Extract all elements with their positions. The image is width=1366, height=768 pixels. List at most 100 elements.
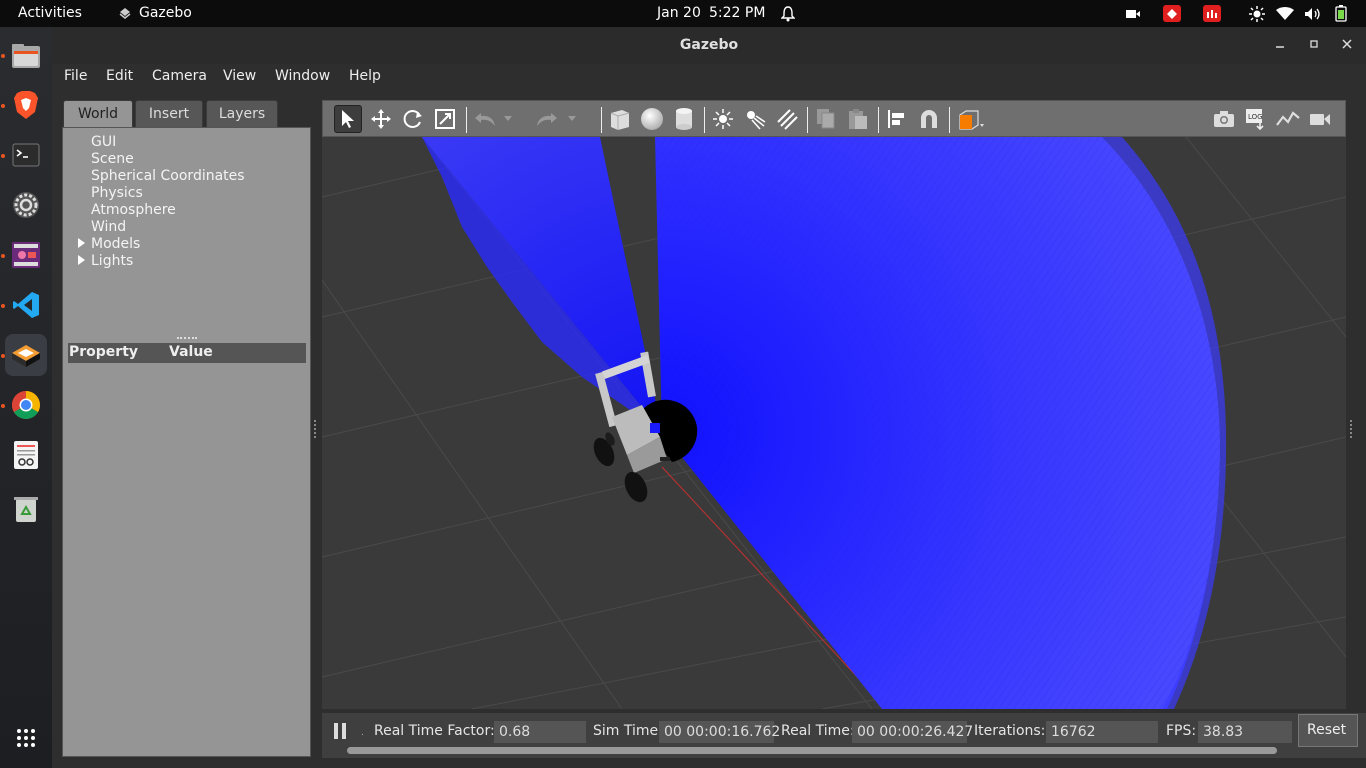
menu-camera[interactable]: Camera xyxy=(152,68,207,84)
menu-bar: File Edit Camera View Window Help xyxy=(52,64,1366,90)
right-panel-resize-handle[interactable] xyxy=(1350,420,1353,438)
sim-time-value: 00 00:00:16.762 xyxy=(659,721,780,743)
translate-mode-icon[interactable] xyxy=(367,105,395,133)
screenshot-camera-icon[interactable] xyxy=(1210,105,1238,133)
tree-item-atmosphere[interactable]: Atmosphere xyxy=(91,202,176,218)
iterations-value: 16762 xyxy=(1046,721,1158,743)
gazebo-dock-icon[interactable] xyxy=(5,334,47,376)
box-shape-icon[interactable] xyxy=(606,105,634,133)
spot-light-icon[interactable] xyxy=(741,105,769,133)
gazebo-app-icon xyxy=(118,0,134,27)
cylinder-shape-icon[interactable] xyxy=(670,105,698,133)
screen-record-icon[interactable] xyxy=(1124,5,1142,22)
real-time-factor-value: 0.68 xyxy=(494,721,586,743)
volume-icon[interactable] xyxy=(1304,5,1322,22)
settings-app-icon[interactable] xyxy=(5,184,47,226)
document-viewer-app-icon[interactable] xyxy=(5,434,47,476)
real-time-value: 00 00:00:26.427 xyxy=(852,721,973,743)
tree-item-scene[interactable]: Scene xyxy=(91,151,134,167)
directional-light-icon[interactable] xyxy=(773,105,801,133)
redo-dropdown-icon[interactable] xyxy=(565,105,579,133)
brave-browser-icon[interactable] xyxy=(5,84,47,126)
scene-toolbar: LOG xyxy=(322,100,1346,137)
select-mode-arrow-icon[interactable] xyxy=(334,105,362,133)
copy-icon[interactable] xyxy=(812,105,840,133)
close-icon[interactable] xyxy=(1339,37,1355,53)
vscode-app-icon[interactable] xyxy=(5,284,47,326)
chrome-app-icon[interactable] xyxy=(5,384,47,426)
iterations-label: Iterations: xyxy=(974,723,1046,739)
step-dot: . xyxy=(361,728,364,738)
ubuntu-dock xyxy=(0,27,52,768)
clock-date[interactable]: Jan 20 xyxy=(657,0,701,27)
snap-magnet-icon[interactable] xyxy=(915,105,943,133)
tab-layers[interactable]: Layers xyxy=(206,100,278,127)
scale-mode-icon[interactable] xyxy=(431,105,459,133)
undo-dropdown-icon[interactable] xyxy=(501,105,515,133)
activities-button[interactable]: Activities xyxy=(18,0,82,27)
redo-icon[interactable] xyxy=(533,105,561,133)
video-record-icon[interactable] xyxy=(1306,105,1334,133)
point-light-icon[interactable] xyxy=(709,105,737,133)
files-app-icon[interactable] xyxy=(5,35,47,77)
undo-icon[interactable] xyxy=(471,105,499,133)
menu-window[interactable]: Window xyxy=(275,68,330,84)
scene-render xyxy=(322,137,1346,709)
menu-edit[interactable]: Edit xyxy=(106,68,133,84)
window-title: Gazebo xyxy=(679,37,739,53)
property-column-header: Property xyxy=(69,344,139,360)
tab-insert[interactable]: Insert xyxy=(135,100,203,127)
value-column-header: Value xyxy=(169,344,213,360)
tab-world[interactable]: World xyxy=(63,100,133,127)
maximize-icon[interactable] xyxy=(1306,37,1322,53)
system-monitor-tray-icon[interactable] xyxy=(1203,5,1221,22)
fps-label: FPS: xyxy=(1166,723,1197,739)
change-view-angle-icon[interactable] xyxy=(954,105,988,133)
real-time-label: Real Time: xyxy=(781,723,855,739)
pause-icon[interactable] xyxy=(333,722,347,740)
tree-item-gui[interactable]: GUI xyxy=(91,134,116,150)
system-top-bar: Activities Gazebo Jan 20 5:22 PM xyxy=(0,0,1366,27)
show-apps-grid-icon[interactable] xyxy=(5,717,47,759)
world-panel: GUI Scene Spherical Coordinates Physics … xyxy=(62,127,311,757)
fps-value: 38.83 xyxy=(1198,721,1292,743)
reset-time-button[interactable]: Reset xyxy=(1298,714,1358,747)
sphere-shape-icon[interactable] xyxy=(638,105,666,133)
real-time-factor-label: Real Time Factor: xyxy=(374,723,495,739)
battery-icon[interactable] xyxy=(1332,5,1350,22)
sim-time-label: Sim Time: xyxy=(593,723,663,739)
anydesk-tray-icon[interactable] xyxy=(1163,5,1181,22)
clock-time[interactable]: 5:22 PM xyxy=(709,0,765,27)
expand-arrow-icon[interactable] xyxy=(78,238,85,248)
app-menu-label[interactable]: Gazebo xyxy=(139,0,192,27)
paste-icon[interactable] xyxy=(844,105,872,133)
tree-item-spherical-coordinates[interactable]: Spherical Coordinates xyxy=(91,168,245,184)
status-scrollbar[interactable] xyxy=(347,747,1277,754)
notification-bell-icon[interactable] xyxy=(779,5,797,22)
expand-arrow-icon[interactable] xyxy=(78,255,85,265)
brightness-icon[interactable] xyxy=(1248,5,1266,22)
video-editor-app-icon[interactable] xyxy=(5,234,47,276)
menu-view[interactable]: View xyxy=(223,68,256,84)
window-titlebar[interactable]: Gazebo xyxy=(52,27,1366,64)
terminal-app-icon[interactable] xyxy=(5,134,47,176)
trash-icon[interactable] xyxy=(5,488,47,530)
3d-viewport[interactable] xyxy=(322,137,1346,709)
minimize-icon[interactable] xyxy=(1272,37,1288,53)
menu-file[interactable]: File xyxy=(64,68,87,84)
menu-help[interactable]: Help xyxy=(349,68,381,84)
align-icon[interactable] xyxy=(883,105,911,133)
panel-resize-handle[interactable] xyxy=(314,420,317,438)
tree-item-wind[interactable]: Wind xyxy=(91,219,126,235)
splitter-handle[interactable] xyxy=(177,337,197,339)
rotate-mode-icon[interactable] xyxy=(399,105,427,133)
log-data-icon[interactable]: LOG xyxy=(1242,105,1270,133)
tree-item-models[interactable]: Models xyxy=(91,236,140,252)
simulation-status-bar: . Real Time Factor: 0.68 Sim Time: 00 00… xyxy=(322,713,1366,758)
plot-icon[interactable] xyxy=(1274,105,1302,133)
tree-item-physics[interactable]: Physics xyxy=(91,185,143,201)
svg-text:LOG: LOG xyxy=(1248,113,1263,121)
tree-item-lights[interactable]: Lights xyxy=(91,253,133,269)
wifi-icon[interactable] xyxy=(1276,5,1294,22)
property-table-header: Property Value xyxy=(68,343,306,363)
